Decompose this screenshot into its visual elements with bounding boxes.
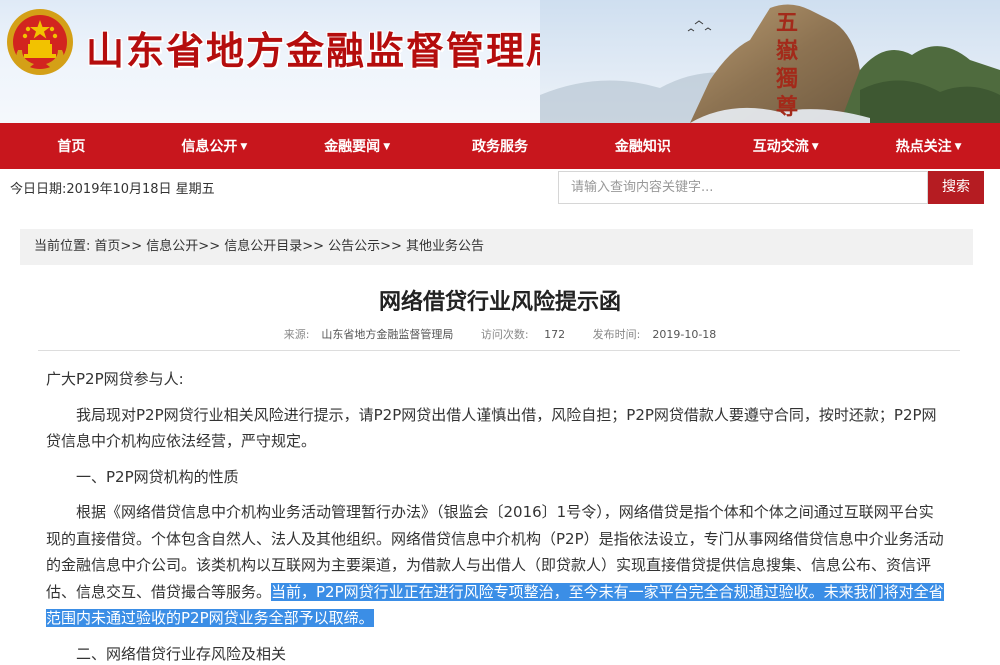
section-heading: 一、P2P网贷机构的性质 <box>76 467 239 486</box>
section-heading: 二、网络借贷行业存风险及相关 <box>76 644 287 663</box>
calligraphy-char: 嶽 <box>776 38 798 64</box>
breadcrumb-label: 当前位置: <box>34 239 91 254</box>
divider <box>38 350 960 351</box>
view-count: 172 <box>544 328 566 341</box>
chevron-down-icon: ▼ <box>811 142 819 152</box>
chevron-down-icon: ▼ <box>383 142 391 152</box>
search-input[interactable]: 请输入查询内容关键字... <box>558 171 928 204</box>
publish-date: 2019-10-18 <box>652 328 717 341</box>
calligraphy-char: 尊 <box>776 94 798 120</box>
site-title: 山东省地方金融监督管理局 <box>86 29 567 73</box>
chevron-down-icon: ▼ <box>240 142 248 152</box>
chevron-down-icon: ▼ <box>954 142 962 152</box>
today-date: 今日日期:2019年10月18日 星期五 <box>10 182 215 197</box>
nav-item-home[interactable]: 首页 <box>0 136 143 156</box>
greeting: 广大P2P网贷参与人: <box>46 370 184 388</box>
article-title: 网络借贷行业风险提示函 <box>378 290 621 315</box>
calligraphy-char: 獨 <box>775 66 798 92</box>
main-nav: 首页 信息公开 ▼ 金融要闻 ▼ 政务服务 金融知识 互动交流 ▼ 热点关注 ▼ <box>0 123 1000 169</box>
nav-item-interaction[interactable]: 互动交流 ▼ <box>714 136 857 156</box>
nav-item-hot-topics[interactable]: 热点关注 ▼ <box>857 136 1000 156</box>
breadcrumb: 当前位置: 首页>> 信息公开>> 信息公开目录>> 公告公示>> 其他业务公告 <box>20 229 973 265</box>
breadcrumb-path[interactable]: 首页>> 信息公开>> 信息公开目录>> 公告公示>> 其他业务公告 <box>94 239 484 254</box>
mount-tai-illustration: 五 嶽 獨 尊 <box>540 0 1000 123</box>
nav-item-info-disclosure[interactable]: 信息公开 ▼ <box>143 136 286 156</box>
nav-item-gov-services[interactable]: 政务服务 <box>429 136 572 156</box>
search-button[interactable]: 搜索 <box>928 171 984 204</box>
calligraphy-char: 五 <box>776 10 798 36</box>
nav-item-finance-knowledge[interactable]: 金融知识 <box>571 136 714 156</box>
article-meta: 来源: 山东省地方金融监督管理局 访问次数: 172 发布时间: 2019-10-1… <box>283 328 717 341</box>
national-emblem-icon <box>7 9 73 75</box>
article-body: 广大P2P网贷参与人: 我局现对P2P网贷行业相关风险进行提示，请P2P网贷出借… <box>46 366 948 665</box>
header-banner: 山东省地方金融监督管理局 五 嶽 獨 尊 <box>0 0 1000 123</box>
article-source: 山东省地方金融监督管理局 <box>321 328 454 341</box>
nav-item-finance-news[interactable]: 金融要闻 ▼ <box>286 136 429 156</box>
paragraph: 我局现对P2P网贷行业相关风险进行提示，请P2P网贷出借人谨慎出借，风险自担；P… <box>46 405 937 451</box>
paragraph: 根据《网络借贷信息中介机构业务活动管理暂行办法》（银监会〔2016〕1号令），网… <box>46 503 944 627</box>
